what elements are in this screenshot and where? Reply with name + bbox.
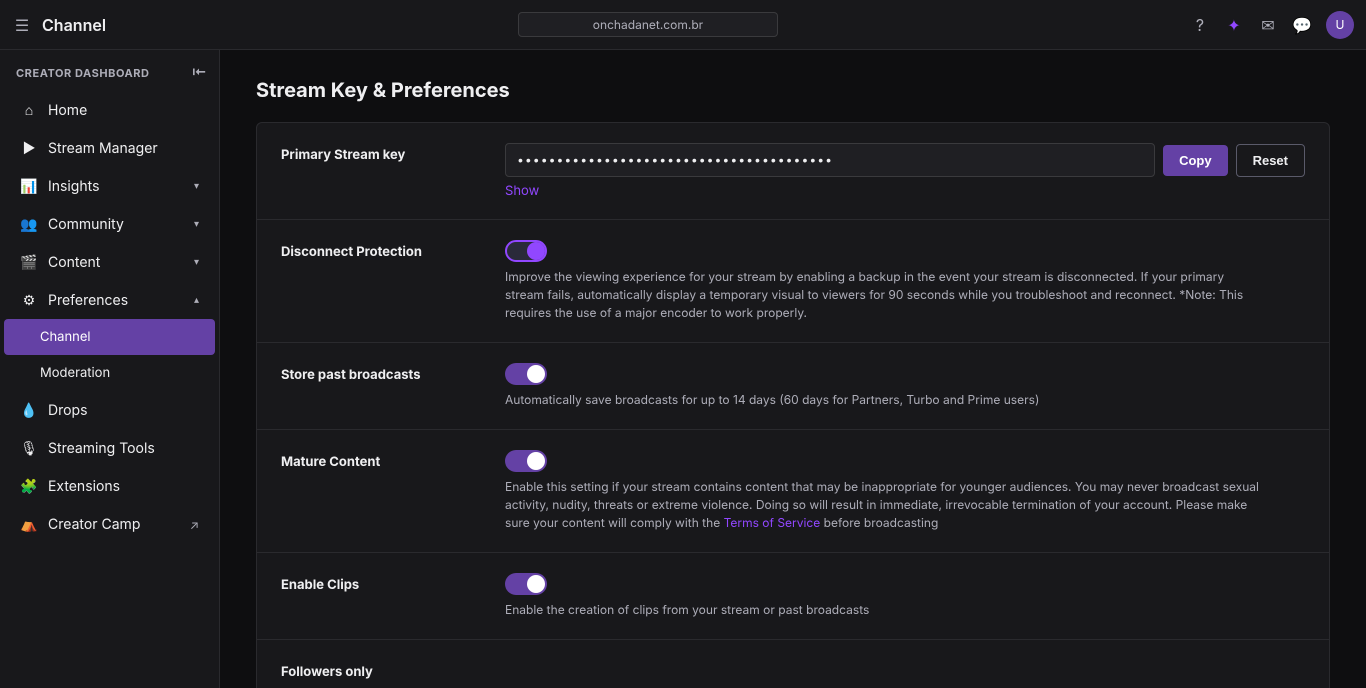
sidebar-item-extensions[interactable]: 🧩 Extensions [4, 467, 215, 505]
stream-key-label: Primary Stream key [281, 143, 481, 163]
chat-icon[interactable]: 💬 [1292, 15, 1312, 35]
sidebar-item-content[interactable]: 🎬 Content ▾ [4, 243, 215, 281]
sidebar-collapse-button[interactable]: ⇤ [192, 64, 207, 81]
mature-content-row: Mature Content Enable this setting if yo… [257, 430, 1329, 553]
chevron-up-icon: ▴ [194, 294, 199, 306]
sidebar-item-preferences[interactable]: ⚙ Preferences ▴ [4, 281, 215, 319]
chevron-down-icon: ▾ [194, 256, 199, 268]
insights-icon: 📊 [20, 177, 38, 195]
enable-clips-label: Enable Clips [281, 573, 481, 593]
creator-camp-icon: ⛺ [20, 515, 38, 533]
disconnect-protection-label: Disconnect Protection [281, 240, 481, 260]
main-layout: Creator Dashboard ⇤ ⌂ Home ▶ Stream Mana… [0, 50, 1366, 688]
avatar[interactable]: U [1326, 11, 1354, 39]
home-icon: ⌂ [20, 101, 38, 119]
enable-clips-description: Enable the creation of clips from your s… [505, 601, 1265, 619]
content-icon: 🎬 [20, 253, 38, 271]
drops-icon: 💧 [20, 401, 38, 419]
page-title: Stream Key & Preferences [256, 78, 1330, 102]
mature-content-description: Enable this setting if your stream conta… [505, 478, 1265, 532]
sidebar-item-label: Community [48, 216, 124, 233]
mature-content-toggle[interactable] [505, 450, 547, 472]
sidebar-item-community[interactable]: 👥 Community ▾ [4, 205, 215, 243]
sidebar-title: Creator Dashboard [16, 66, 150, 80]
disconnect-protection-control: Improve the viewing experience for your … [505, 240, 1305, 322]
enable-clips-row: Enable Clips Enable the creation of clip… [257, 553, 1329, 640]
menu-icon[interactable]: ☰ [12, 15, 32, 35]
stream-manager-icon: ▶ [20, 139, 38, 157]
topbar-right: ? ✦ ✉ 💬 U [1190, 11, 1354, 39]
followers-only-label: Followers only [281, 660, 481, 680]
topbar-center: onchadanet.com.br [106, 12, 1190, 37]
enable-clips-control: Enable the creation of clips from your s… [505, 573, 1305, 619]
sidebar-item-insights[interactable]: 📊 Insights ▾ [4, 167, 215, 205]
sidebar: Creator Dashboard ⇤ ⌂ Home ▶ Stream Mana… [0, 50, 220, 688]
magic-icon[interactable]: ✦ [1224, 15, 1244, 35]
store-broadcasts-row: Store past broadcasts Automatically save… [257, 343, 1329, 430]
enable-clips-toggle[interactable] [505, 573, 547, 595]
sidebar-item-drops[interactable]: 💧 Drops [4, 391, 215, 429]
disconnect-protection-toggle[interactable] [505, 240, 547, 262]
sidebar-item-streaming-tools[interactable]: 🎙 Streaming Tools [4, 429, 215, 467]
sidebar-item-creator-camp[interactable]: ⛺ Creator Camp ↗ [4, 505, 215, 543]
toggle-track [505, 240, 547, 262]
store-broadcasts-description: Automatically save broadcasts for up to … [505, 391, 1265, 409]
main-content: Stream Key & Preferences Primary Stream … [220, 50, 1366, 688]
toggle-thumb [527, 365, 545, 383]
sidebar-item-label: Drops [48, 402, 88, 419]
sidebar-item-moderation[interactable]: Moderation [4, 355, 215, 391]
topbar-left: ☰ Channel [12, 15, 106, 35]
sidebar-item-label: Streaming Tools [48, 440, 155, 457]
sidebar-item-label: Insights [48, 178, 100, 195]
store-broadcasts-control: Automatically save broadcasts for up to … [505, 363, 1305, 409]
stream-key-row: Primary Stream key Copy Reset Show [257, 123, 1329, 220]
followers-only-row: Followers only [257, 640, 1329, 688]
sidebar-item-label: Channel [40, 329, 91, 345]
stream-key-control: Copy Reset Show [505, 143, 1305, 199]
terms-of-service-link[interactable]: Terms of Service [724, 515, 821, 530]
sidebar-item-stream-manager[interactable]: ▶ Stream Manager [4, 129, 215, 167]
sidebar-item-label: Home [48, 102, 87, 119]
mail-icon[interactable]: ✉ [1258, 15, 1278, 35]
extensions-icon: 🧩 [20, 477, 38, 495]
external-link-icon: ↗ [190, 517, 199, 532]
topbar-title: Channel [42, 15, 106, 35]
streaming-tools-icon: 🎙 [20, 439, 38, 457]
community-icon: 👥 [20, 215, 38, 233]
sidebar-item-label: Extensions [48, 478, 120, 495]
toggle-track [505, 363, 547, 385]
toggle-track [505, 450, 547, 472]
preferences-icon: ⚙ [20, 291, 38, 309]
chevron-down-icon: ▾ [194, 180, 199, 192]
toggle-thumb [527, 242, 545, 260]
store-broadcasts-label: Store past broadcasts [281, 363, 481, 383]
settings-card: Primary Stream key Copy Reset Show Disco… [256, 122, 1330, 688]
help-icon[interactable]: ? [1190, 15, 1210, 35]
toggle-track [505, 573, 547, 595]
sidebar-item-home[interactable]: ⌂ Home [4, 91, 215, 129]
store-broadcasts-toggle[interactable] [505, 363, 547, 385]
stream-key-input[interactable] [505, 143, 1155, 177]
sidebar-item-label: Content [48, 254, 100, 271]
show-link[interactable]: Show [505, 183, 1305, 199]
topbar: ☰ Channel onchadanet.com.br ? ✦ ✉ 💬 U [0, 0, 1366, 50]
sidebar-header: Creator Dashboard ⇤ [0, 50, 219, 91]
sidebar-item-label: Creator Camp [48, 516, 140, 533]
toggle-thumb [527, 575, 545, 593]
disconnect-protection-row: Disconnect Protection Improve the viewin… [257, 220, 1329, 343]
mature-content-label: Mature Content [281, 450, 481, 470]
toggle-thumb [527, 452, 545, 470]
sidebar-item-label: Stream Manager [48, 140, 158, 157]
copy-button[interactable]: Copy [1163, 145, 1228, 176]
sidebar-item-label: Preferences [48, 292, 128, 309]
mature-content-control: Enable this setting if your stream conta… [505, 450, 1305, 532]
disconnect-protection-description: Improve the viewing experience for your … [505, 268, 1265, 322]
sidebar-item-channel[interactable]: Channel [4, 319, 215, 355]
sidebar-item-label: Moderation [40, 365, 110, 381]
reset-button[interactable]: Reset [1236, 144, 1305, 177]
chevron-down-icon: ▾ [194, 218, 199, 230]
stream-key-input-wrap: Copy Reset [505, 143, 1305, 177]
url-bar[interactable]: onchadanet.com.br [518, 12, 778, 37]
